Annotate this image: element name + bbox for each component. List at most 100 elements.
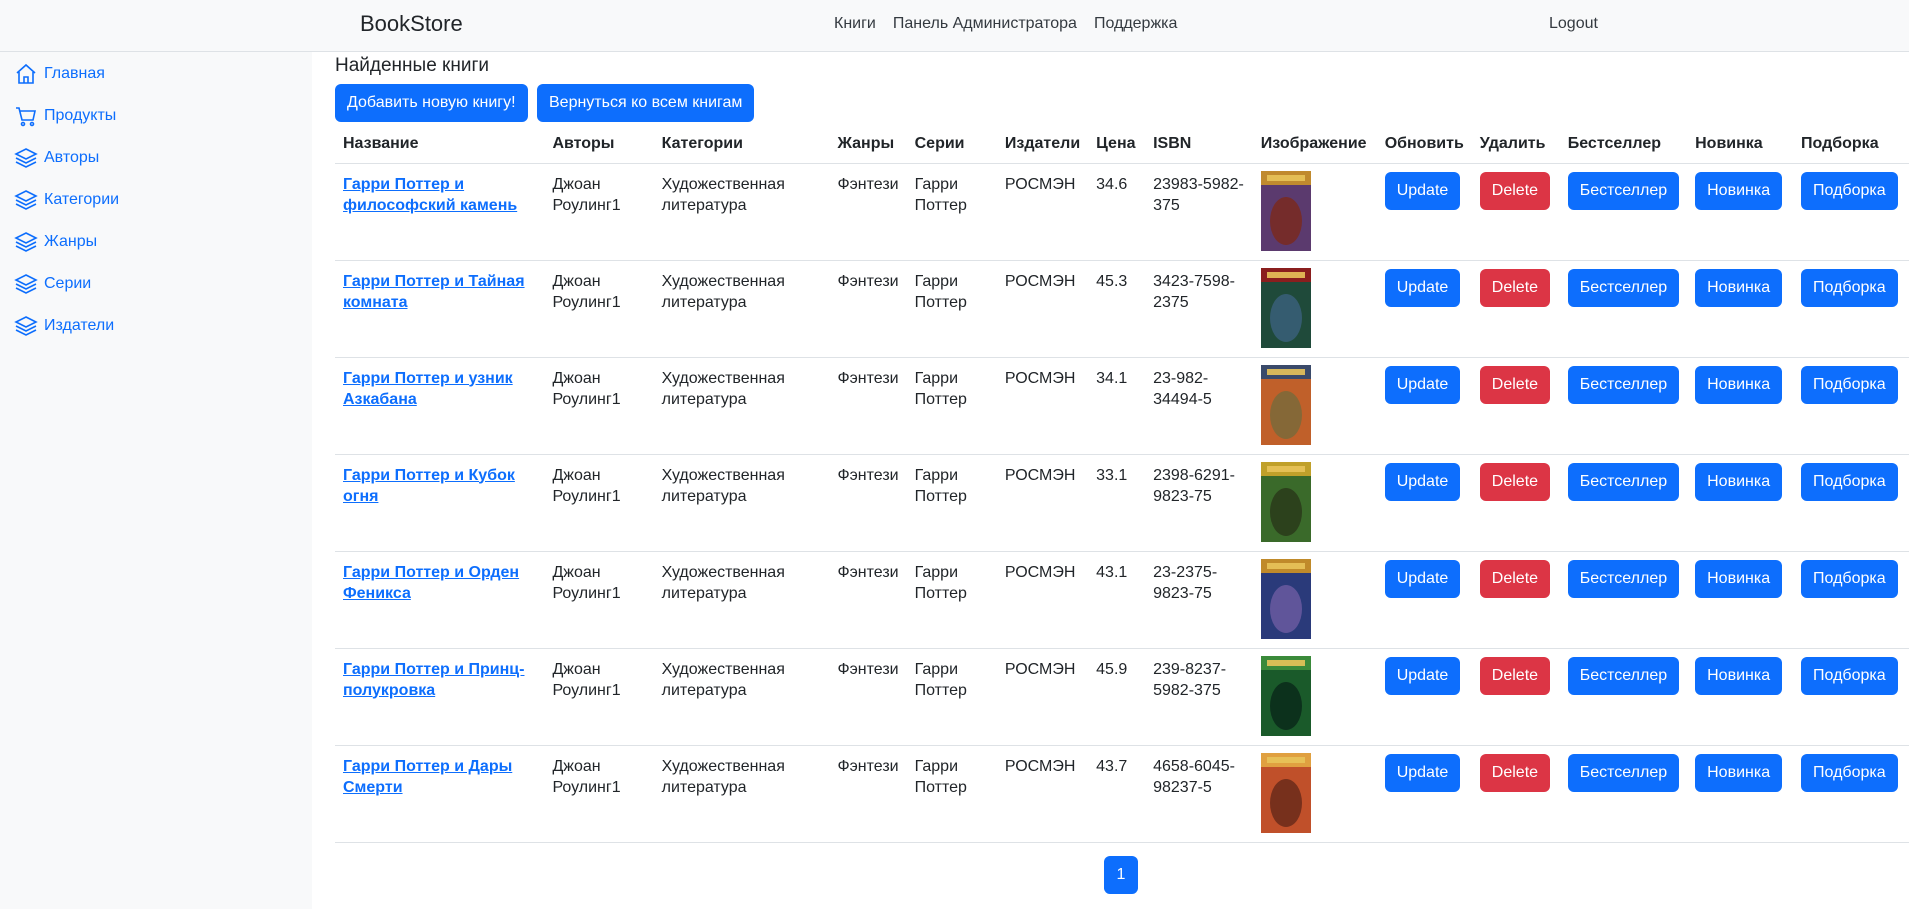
series-cell: Гарри Поттер <box>906 163 997 261</box>
sidebar-item-products[interactable]: Продукты <box>14 104 116 128</box>
sidebar-item-series[interactable]: Серии <box>14 272 91 296</box>
sidebar-item-home[interactable]: Главная <box>14 62 105 86</box>
book-cover-image <box>1260 364 1311 445</box>
collection-cell: Подборка <box>1793 163 1909 261</box>
book-title-link[interactable]: Гарри Поттер и Орден Феникса <box>343 564 519 602</box>
bestseller-button[interactable]: Бестселлер <box>1567 268 1680 307</box>
layers-icon <box>14 232 38 252</box>
update-button[interactable]: Update <box>1384 656 1461 695</box>
update-button[interactable]: Update <box>1384 462 1461 501</box>
sidebar-item-authors[interactable]: Авторы <box>14 146 99 170</box>
bestseller-button[interactable]: Бестселлер <box>1567 559 1680 598</box>
book-title-link[interactable]: Гарри Поттер и философский камень <box>343 176 517 214</box>
collection-button[interactable]: Подборка <box>1801 171 1898 210</box>
update-cell: Update <box>1376 454 1472 552</box>
book-title-cell: Гарри Поттер и Кубок огня <box>335 454 545 552</box>
new-cell: Новинка <box>1687 454 1794 552</box>
col-header-publishers: Издатели <box>996 126 1089 164</box>
bestseller-cell: Бестселлер <box>1559 551 1688 649</box>
book-title-cell: Гарри Поттер и философский камень <box>335 163 545 261</box>
book-title-link[interactable]: Гарри Поттер и узник Азкабана <box>343 370 513 408</box>
isbn-cell: 3423-7598-2375 <box>1145 260 1253 358</box>
delete-button[interactable]: Delete <box>1479 268 1551 307</box>
sidebar-item-label: Серии <box>44 275 92 292</box>
new-cell: Новинка <box>1687 357 1794 455</box>
nav-support-link[interactable]: Поддержка <box>1094 15 1177 33</box>
sidebar-item-publishers[interactable]: Издатели <box>14 314 114 338</box>
update-cell: Update <box>1376 357 1472 455</box>
update-button[interactable]: Update <box>1384 753 1461 792</box>
delete-button[interactable]: Delete <box>1479 365 1551 404</box>
book-title-link[interactable]: Гарри Поттер и Тайная комната <box>343 273 525 311</box>
publisher-cell: РОСМЭН <box>996 551 1089 649</box>
book-cover-image <box>1260 752 1311 833</box>
bestseller-button[interactable]: Бестселлер <box>1567 462 1680 501</box>
update-button[interactable]: Update <box>1384 365 1461 404</box>
image-cell <box>1252 745 1377 843</box>
author-cell: Джоан Роулинг1 <box>544 745 654 843</box>
pagination-page-1[interactable]: 1 <box>1104 856 1138 894</box>
publisher-cell: РОСМЭН <box>996 745 1089 843</box>
bestseller-button[interactable]: Бестселлер <box>1567 753 1680 792</box>
genre-cell: Фэнтези <box>829 163 907 261</box>
image-cell <box>1252 163 1377 261</box>
bestseller-button[interactable]: Бестселлер <box>1567 171 1680 210</box>
series-cell: Гарри Поттер <box>906 648 997 746</box>
collection-button[interactable]: Подборка <box>1801 268 1898 307</box>
genre-cell: Фэнтези <box>829 745 907 843</box>
sidebar-item-genres[interactable]: Жанры <box>14 230 97 254</box>
new-button[interactable]: Новинка <box>1695 559 1783 598</box>
delete-cell: Delete <box>1471 551 1560 649</box>
new-button[interactable]: Новинка <box>1695 268 1783 307</box>
update-button[interactable]: Update <box>1384 559 1461 598</box>
collection-button[interactable]: Подборка <box>1801 462 1898 501</box>
price-cell: 34.1 <box>1088 357 1146 455</box>
logout-link[interactable]: Logout <box>1549 15 1598 33</box>
delete-button[interactable]: Delete <box>1479 656 1551 695</box>
book-cover-image <box>1260 655 1311 736</box>
bestseller-button[interactable]: Бестселлер <box>1567 656 1680 695</box>
category-cell: Художественная литература <box>653 357 830 455</box>
sidebar-item-label: Категории <box>44 191 120 208</box>
delete-button[interactable]: Delete <box>1479 462 1551 501</box>
bestseller-cell: Бестселлер <box>1559 163 1688 261</box>
back-to-all-books-button[interactable]: Вернуться ко всем книгам <box>537 84 755 122</box>
price-cell: 34.6 <box>1088 163 1146 261</box>
new-button[interactable]: Новинка <box>1695 753 1783 792</box>
book-title-link[interactable]: Гарри Поттер и Принц-полукровка <box>343 661 524 699</box>
update-button[interactable]: Update <box>1384 171 1461 210</box>
price-cell: 45.3 <box>1088 260 1146 358</box>
nav-admin-link[interactable]: Панель Администратора <box>893 15 1077 33</box>
new-button[interactable]: Новинка <box>1695 171 1783 210</box>
collection-cell: Подборка <box>1793 357 1909 455</box>
image-cell <box>1252 260 1377 358</box>
collection-button[interactable]: Подборка <box>1801 656 1898 695</box>
table-row: Гарри Поттер и Дары Смерти Джоан Роулинг1… <box>335 745 1909 843</box>
new-button[interactable]: Новинка <box>1695 656 1783 695</box>
add-book-button[interactable]: Добавить новую книгу! <box>335 84 528 122</box>
publisher-cell: РОСМЭН <box>996 163 1089 261</box>
col-header-series: Серии <box>906 126 997 164</box>
collection-button[interactable]: Подборка <box>1801 365 1898 404</box>
page-title: Найденные книги <box>335 55 490 76</box>
sidebar-item-categories[interactable]: Категории <box>14 188 119 212</box>
author-cell: Джоан Роулинг1 <box>544 357 654 455</box>
delete-button[interactable]: Delete <box>1479 753 1551 792</box>
sidebar-item-label: Главная <box>44 65 105 82</box>
new-button[interactable]: Новинка <box>1695 462 1783 501</box>
collection-button[interactable]: Подборка <box>1801 753 1898 792</box>
brand-logo[interactable]: BookStore <box>360 11 463 37</box>
delete-button[interactable]: Delete <box>1479 559 1551 598</box>
book-title-link[interactable]: Гарри Поттер и Дары Смерти <box>343 758 512 796</box>
book-title-cell: Гарри Поттер и Орден Феникса <box>335 551 545 649</box>
update-button[interactable]: Update <box>1384 268 1461 307</box>
book-cover-image <box>1260 267 1311 348</box>
table-row: Гарри Поттер и Принц-полукровка Джоан Роу… <box>335 648 1909 746</box>
nav-books-link[interactable]: Книги <box>834 15 876 33</box>
author-cell: Джоан Роулинг1 <box>544 260 654 358</box>
new-button[interactable]: Новинка <box>1695 365 1783 404</box>
collection-button[interactable]: Подборка <box>1801 559 1898 598</box>
bestseller-button[interactable]: Бестселлер <box>1567 365 1680 404</box>
delete-button[interactable]: Delete <box>1479 171 1551 210</box>
book-title-link[interactable]: Гарри Поттер и Кубок огня <box>343 467 515 505</box>
